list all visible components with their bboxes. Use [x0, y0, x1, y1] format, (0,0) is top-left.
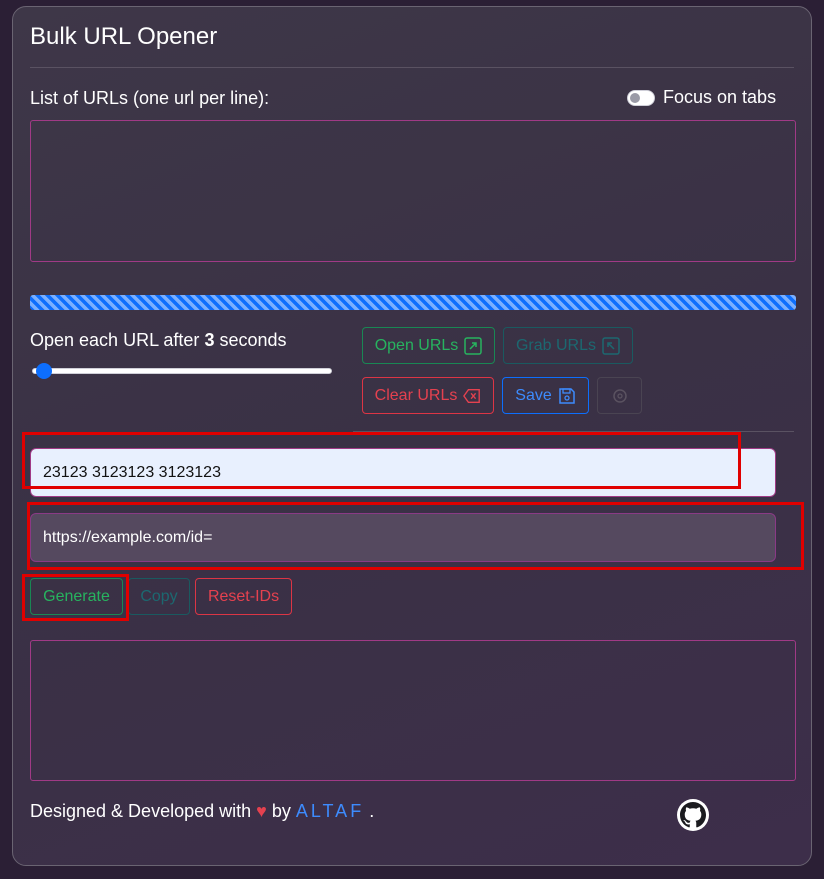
urls-textarea[interactable] — [30, 120, 796, 262]
app-title: Bulk URL Opener — [30, 23, 218, 50]
copy-button[interactable]: Copy — [128, 578, 190, 615]
highlight-box-generate — [22, 574, 129, 621]
toggle-knob — [630, 92, 640, 103]
reset-ids-button[interactable]: Reset-IDs — [195, 578, 292, 615]
footer-by: by — [266, 801, 296, 821]
highlight-box-ids — [22, 432, 741, 489]
footer-prefix: Designed & Developed with — [30, 801, 257, 821]
progress-bar — [30, 295, 796, 310]
footer-credit: Designed & Developed with ♥ by ALTAF . — [30, 801, 374, 822]
urls-label: List of URLs (one url per line): — [30, 88, 270, 108]
focus-toggle[interactable]: Focus on tabs — [627, 87, 776, 108]
grab-urls-label: Grab URLs — [515, 336, 597, 354]
timer-prefix: Open each URL after — [30, 330, 205, 350]
open-external-icon — [464, 336, 483, 355]
settings-button[interactable] — [597, 377, 642, 414]
timer-slider-thumb[interactable] — [36, 363, 52, 379]
github-icon[interactable] — [677, 799, 709, 831]
open-urls-label: Open URLs — [374, 336, 459, 354]
clear-icon — [463, 387, 481, 405]
grab-urls-button[interactable]: Grab URLs — [503, 327, 633, 364]
save-label: Save — [515, 386, 552, 404]
author-link[interactable]: ALTAF — [296, 801, 364, 821]
timer-suffix: seconds — [214, 330, 287, 350]
clear-urls-label: Clear URLs — [374, 386, 458, 404]
focus-toggle-switch[interactable] — [627, 89, 655, 106]
timer-slider-track[interactable] — [32, 368, 332, 374]
focus-toggle-label: Focus on tabs — [663, 87, 777, 107]
output-textarea[interactable] — [30, 640, 796, 781]
heart-icon: ♥ — [256, 801, 267, 821]
timer-label: Open each URL after 3 seconds — [30, 330, 287, 351]
settings-icon — [611, 387, 629, 405]
grab-icon — [602, 336, 620, 355]
save-button[interactable]: Save — [502, 377, 589, 414]
divider — [30, 67, 794, 68]
clear-urls-button[interactable]: Clear URLs — [362, 377, 494, 414]
save-icon — [558, 387, 576, 405]
timer-seconds: 3 — [204, 330, 215, 350]
highlight-box-url — [27, 502, 804, 570]
open-urls-button[interactable]: Open URLs — [362, 327, 495, 364]
footer-end: . — [364, 801, 375, 821]
